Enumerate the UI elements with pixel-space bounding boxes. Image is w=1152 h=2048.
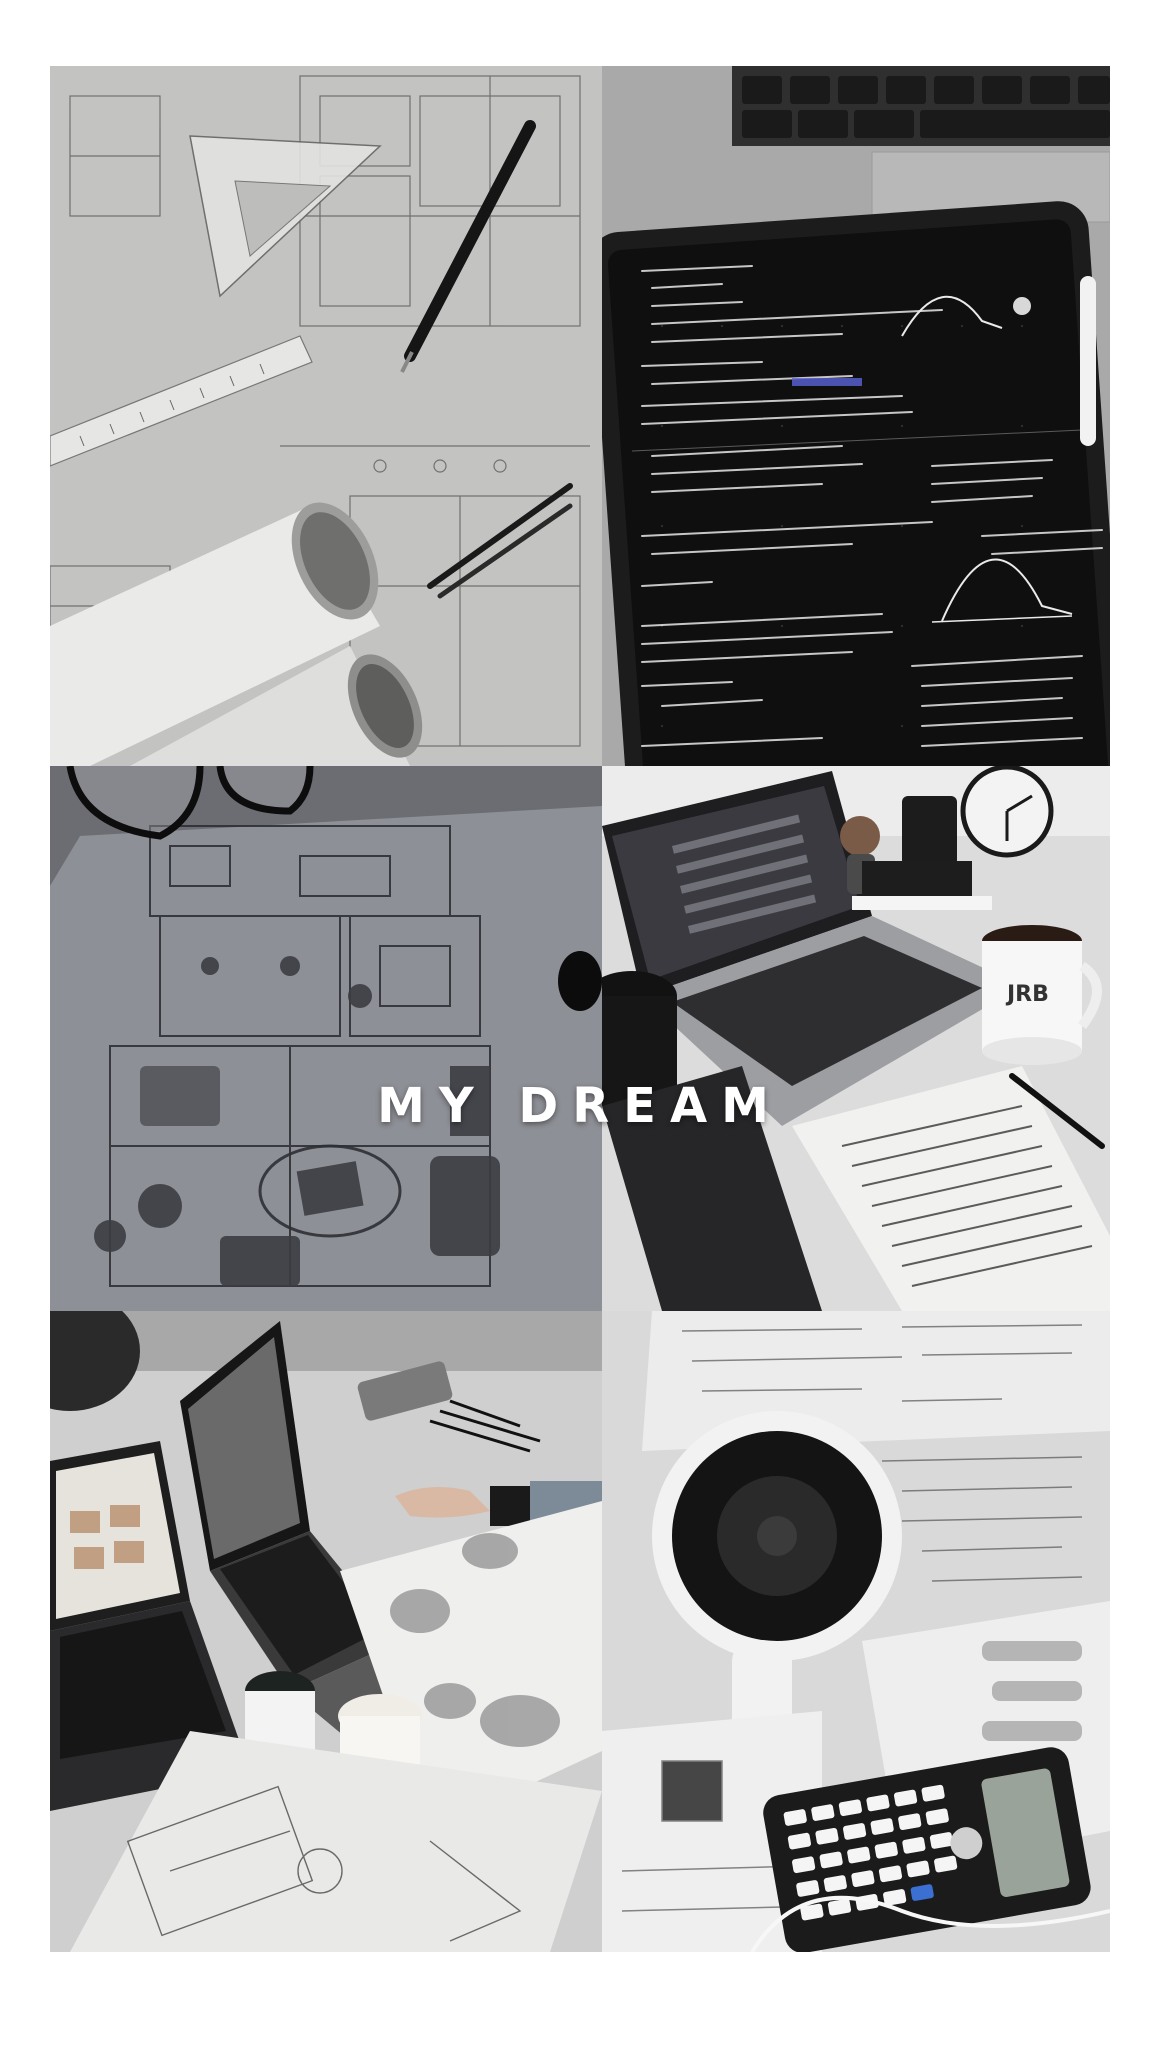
photo-collage: JRB MY DREAM [50,66,1110,1952]
blueprints-photo [50,66,602,766]
sketchbook-laptops-photo [50,1311,602,1952]
floor-plan-photo [50,766,602,1311]
desk-laptop-photo: JRB [602,766,1110,1311]
svg-text:JRB: JRB [1005,982,1049,1007]
coffee-calculator-photo [602,1311,1110,1952]
tablet-notes-photo [602,66,1110,766]
